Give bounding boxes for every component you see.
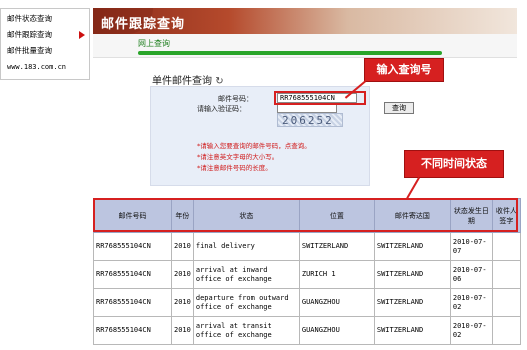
cell-date: 2010-07-06 xyxy=(449,260,493,289)
cell-date: 2010-07-02 xyxy=(449,316,493,345)
cell-year: 2010 xyxy=(171,232,194,261)
cell-mail-number: RR768555104CN xyxy=(93,316,172,345)
table-row: RR768555104CN 2010 final delivery SWITZE… xyxy=(93,232,521,261)
tracking-table: 邮件号码 年份 状态 位置 邮件寄达国 状态发生日期 收件人签字 RR76855… xyxy=(93,198,521,345)
cell-country: SWITZERLAND xyxy=(373,260,451,289)
query-button[interactable]: 查询 xyxy=(384,102,414,114)
cell-status: final delivery xyxy=(192,232,300,261)
cell-mail-number: RR768555104CN xyxy=(93,288,172,317)
column-header: 位置 xyxy=(298,198,375,233)
sidebar-item-status-query[interactable]: 邮件状态查询 xyxy=(1,13,89,25)
cell-location: GUANGZHOU xyxy=(298,288,375,317)
cell-country: SWITZERLAND xyxy=(373,316,451,345)
column-header: 年份 xyxy=(171,198,194,233)
table-header-row: 邮件号码 年份 状态 位置 邮件寄达国 状态发生日期 收件人签字 xyxy=(93,198,521,233)
column-header: 状态 xyxy=(192,198,300,233)
callout-status-hint: 不同时间状态 xyxy=(404,150,504,178)
tab-online-query[interactable]: 网上查询 xyxy=(138,38,170,49)
table-row: RR768555104CN 2010 arrival at inward off… xyxy=(93,260,521,289)
column-header: 状态发生日期 xyxy=(449,198,493,233)
cell-year: 2010 xyxy=(171,316,194,345)
cell-country: SWITZERLAND xyxy=(373,288,451,317)
cell-date: 2010-07-07 xyxy=(449,232,493,261)
sidebar-item-batch-query[interactable]: 邮件批量查询 xyxy=(1,45,89,57)
column-header: 收件人签字 xyxy=(491,198,521,233)
cell-country: SWITZERLAND xyxy=(373,232,451,261)
note-line: *请输入您要查询的邮件号码，点查询。 xyxy=(197,142,311,150)
arrow-right-icon xyxy=(79,31,85,39)
note-line: *请注意英文字母的大小写。 xyxy=(197,153,279,161)
callout-input-hint: 输入查询号 xyxy=(364,58,444,82)
header-banner: 邮件跟踪查询 xyxy=(93,8,517,34)
cell-mail-number: RR768555104CN xyxy=(93,260,172,289)
cell-status: arrival at transit office of exchange xyxy=(192,316,300,345)
section-title: 单件邮件查询 ↻ xyxy=(152,76,224,87)
cell-signature xyxy=(491,316,521,345)
cell-year: 2010 xyxy=(171,288,194,317)
cell-date: 2010-07-02 xyxy=(449,288,493,317)
sidebar-item-track-query[interactable]: 邮件跟踪查询 xyxy=(1,29,89,41)
page-title: 邮件跟踪查询 xyxy=(101,17,186,32)
tab-underline xyxy=(138,51,442,55)
cell-mail-number: RR768555104CN xyxy=(93,232,172,261)
cell-status: arrival at inward office of exchange xyxy=(192,260,300,289)
captcha-image: 206252 xyxy=(277,113,343,127)
cell-signature xyxy=(491,260,521,289)
callout-pointer xyxy=(406,177,420,199)
table-row: RR768555104CN 2010 departure from outwar… xyxy=(93,288,521,317)
column-header: 邮件寄达国 xyxy=(373,198,451,233)
sidebar: 邮件状态查询 邮件跟踪查询 邮件批量查询 www.183.com.cn xyxy=(0,8,90,80)
mail-number-label: 邮件号码： xyxy=(218,95,253,103)
cell-signature xyxy=(491,288,521,317)
cell-year: 2010 xyxy=(171,260,194,289)
captcha-label: 请输入验证码： xyxy=(197,105,246,113)
sidebar-item-label: 邮件跟踪查询 xyxy=(7,30,52,39)
note-line: *请注意邮件号码的长度。 xyxy=(197,164,272,172)
cell-location: ZURICH 1 xyxy=(298,260,375,289)
table-row: RR768555104CN 2010 arrival at transit of… xyxy=(93,316,521,345)
cell-location: GUANGZHOU xyxy=(298,316,375,345)
column-header: 邮件号码 xyxy=(93,198,172,233)
cell-location: SWITZERLAND xyxy=(298,232,375,261)
site-url-link[interactable]: www.183.com.cn xyxy=(1,63,89,71)
cell-status: departure from outward office of exchang… xyxy=(192,288,300,317)
captcha-input[interactable] xyxy=(277,104,337,113)
cell-signature xyxy=(491,232,521,261)
